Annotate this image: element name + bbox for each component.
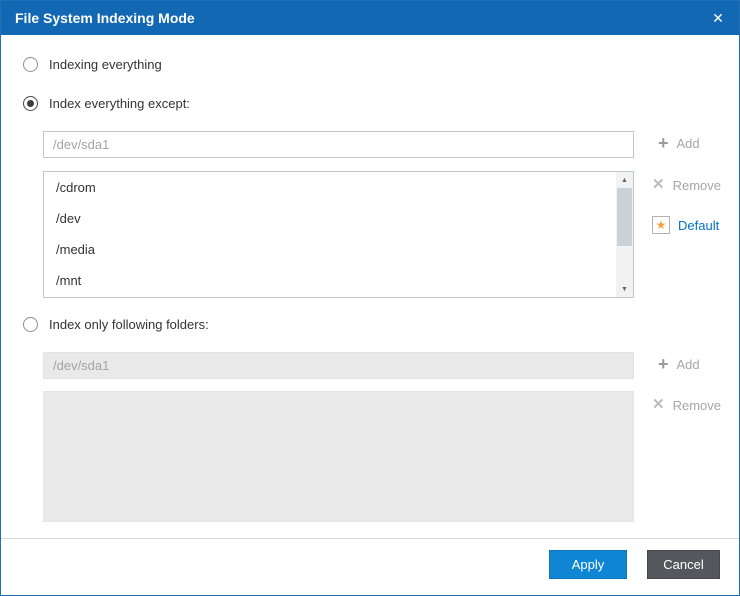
default-button[interactable]: ★ Default bbox=[652, 216, 719, 234]
scrollbar-thumb[interactable] bbox=[617, 188, 632, 246]
list-item[interactable]: /cdrom bbox=[44, 172, 633, 203]
radio-circle bbox=[23, 57, 38, 72]
cancel-button[interactable]: Cancel bbox=[647, 550, 720, 579]
inclusion-list bbox=[43, 391, 634, 522]
exclusion-list: /cdrom /dev /media /mnt ▲ ▼ bbox=[43, 171, 634, 298]
apply-button[interactable]: Apply bbox=[549, 550, 627, 579]
dialog-title: File System Indexing Mode bbox=[15, 10, 195, 26]
list-item[interactable]: /media bbox=[44, 234, 633, 265]
radio-index-only-folders[interactable]: Index only following folders: bbox=[23, 317, 209, 332]
plus-icon: + bbox=[658, 133, 669, 153]
star-icon: ★ bbox=[655, 218, 667, 232]
footer-divider bbox=[1, 538, 739, 539]
exclusion-path-input[interactable] bbox=[43, 131, 634, 158]
add-inclusion-label: Add bbox=[676, 356, 700, 372]
plus-icon: + bbox=[658, 354, 669, 374]
radio-indexing-everything[interactable]: Indexing everything bbox=[23, 57, 162, 72]
scrollbar[interactable]: ▲ ▼ bbox=[616, 172, 633, 297]
remove-exclusion-button[interactable]: ✕ Remove bbox=[652, 177, 721, 193]
list-item[interactable]: /dev bbox=[44, 203, 633, 234]
title-bar: File System Indexing Mode bbox=[1, 1, 739, 35]
remove-icon: ✕ bbox=[652, 396, 665, 413]
remove-exclusion-label: Remove bbox=[672, 177, 721, 193]
radio-index-everything-except[interactable]: Index everything except: bbox=[23, 96, 190, 111]
remove-inclusion-label: Remove bbox=[672, 397, 721, 413]
inclusion-path-input[interactable] bbox=[43, 352, 634, 379]
radio-circle bbox=[23, 317, 38, 332]
close-icon: ✕ bbox=[712, 9, 724, 26]
list-item[interactable]: /mnt bbox=[44, 265, 633, 296]
add-inclusion-button[interactable]: + Add bbox=[658, 354, 700, 374]
cancel-button-label: Cancel bbox=[663, 557, 704, 572]
close-button[interactable]: ✕ bbox=[703, 1, 733, 35]
remove-icon: ✕ bbox=[652, 176, 665, 193]
remove-inclusion-button[interactable]: ✕ Remove bbox=[652, 397, 721, 413]
radio-index-only-folders-label: Index only following folders: bbox=[49, 317, 209, 332]
apply-button-label: Apply bbox=[571, 557, 605, 572]
scroll-down-icon[interactable]: ▼ bbox=[616, 281, 633, 297]
add-exclusion-button[interactable]: + Add bbox=[658, 133, 700, 153]
file-system-indexing-dialog: File System Indexing Mode ✕ Indexing eve… bbox=[0, 0, 740, 596]
scroll-up-icon[interactable]: ▲ bbox=[616, 172, 633, 188]
star-icon-box: ★ bbox=[652, 216, 670, 234]
default-button-label: Default bbox=[678, 217, 720, 233]
radio-circle-selected bbox=[23, 96, 38, 111]
radio-index-everything-except-label: Index everything except: bbox=[49, 96, 190, 111]
radio-indexing-everything-label: Indexing everything bbox=[49, 57, 162, 72]
add-exclusion-label: Add bbox=[676, 135, 700, 151]
